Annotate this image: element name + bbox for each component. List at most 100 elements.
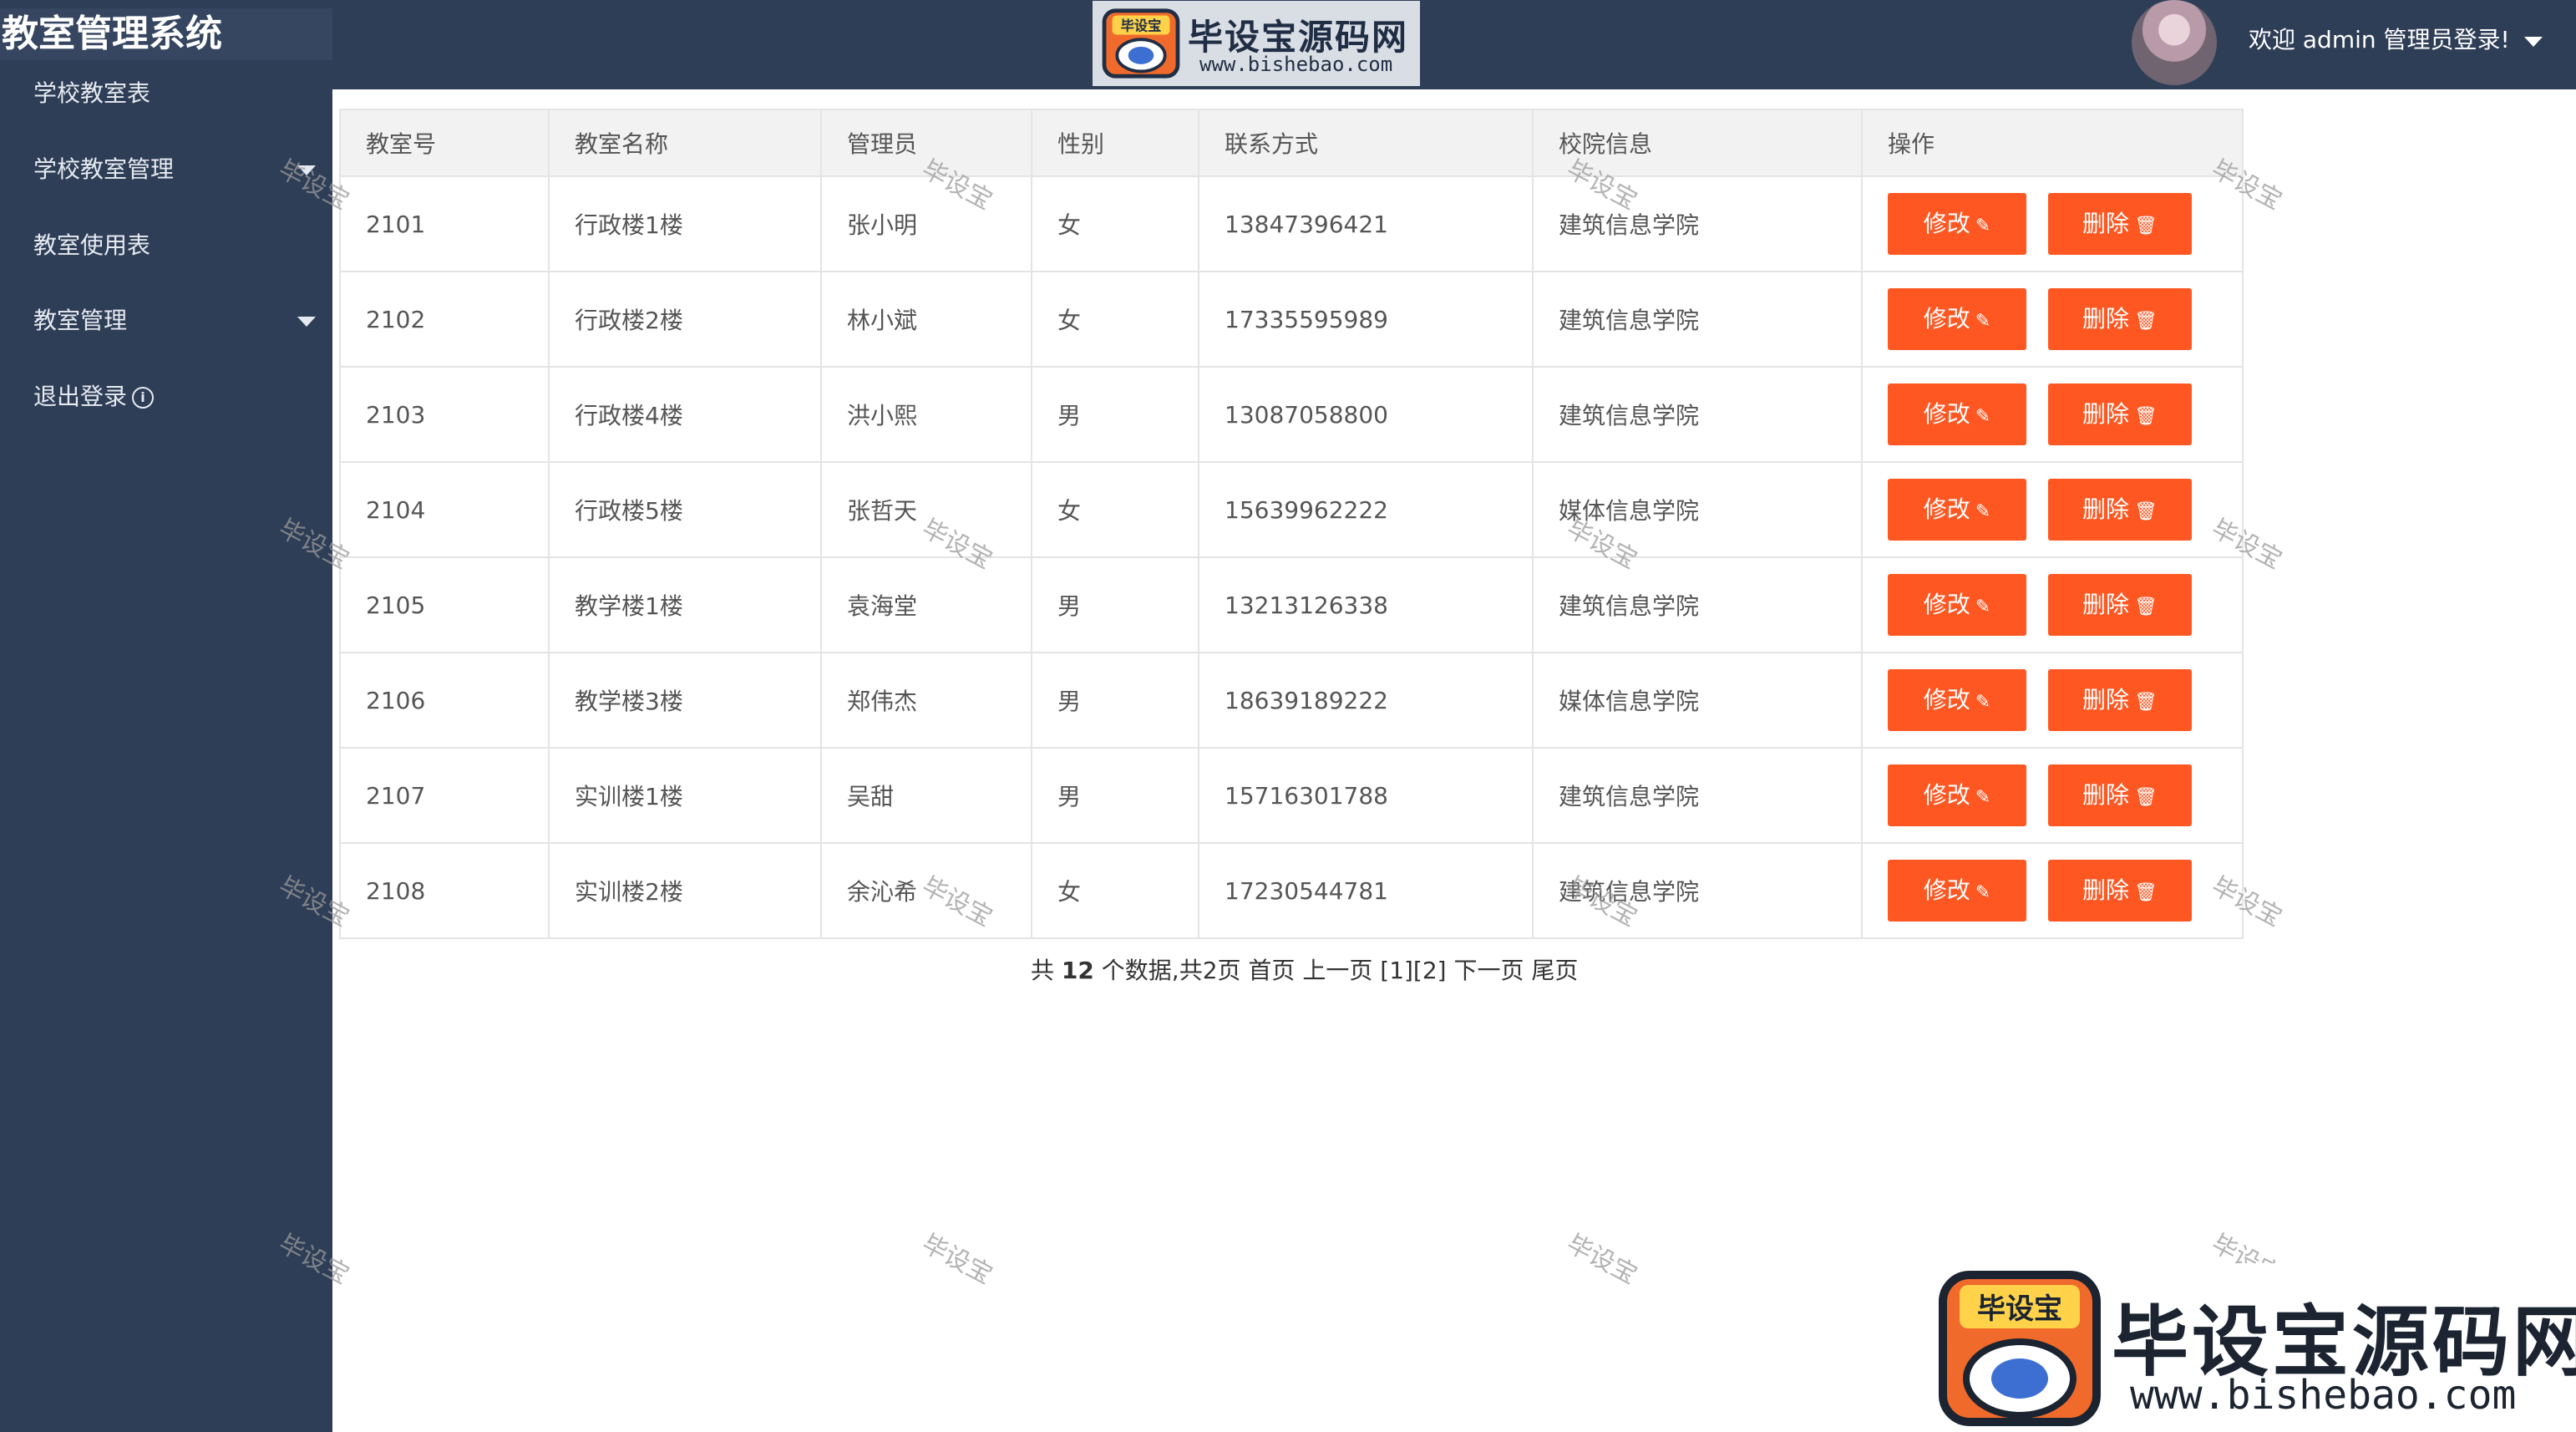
brush-icon: ✎: [1975, 787, 1991, 808]
cell-contact: 13847396421: [1198, 175, 1534, 272]
delete-button[interactable]: 删除 🗑: [2048, 574, 2192, 636]
sidebar-item-logout[interactable]: 退出登录 i: [33, 380, 155, 414]
pagination-next[interactable]: 下一页: [1454, 957, 1524, 984]
delete-button-label: 删除: [2082, 876, 2130, 904]
cell-actions: 修改 ✎ 删除 🗑: [1861, 461, 2244, 558]
brand-badge-text: 毕设宝: [1121, 18, 1162, 34]
delete-button-label: 删除: [2082, 591, 2130, 618]
cell-room-name: 行政楼1楼: [548, 175, 822, 272]
delete-button-label: 删除: [2082, 210, 2130, 237]
cell-room-name: 实训楼2楼: [548, 842, 822, 939]
cell-manager: 袁海堂: [820, 556, 1032, 653]
sidebar-item-classroom-usage-table[interactable]: 教室使用表: [33, 229, 150, 262]
cell-actions: 修改 ✎ 删除 🗑: [1861, 556, 2244, 653]
watermark-text: 毕设宝: [1561, 1229, 1642, 1291]
cell-room-name: 实训楼1楼: [548, 747, 822, 844]
delete-button[interactable]: 删除 🗑: [2048, 193, 2192, 255]
edit-button[interactable]: 修改 ✎: [1888, 193, 2026, 255]
welcome-text[interactable]: 欢迎 admin 管理员登录!: [2249, 23, 2510, 57]
table-row: 2106 教学楼3楼 郑伟杰男 18639189222 媒体信息学院 修改 ✎ 删除 🗑: [339, 652, 2244, 749]
edit-button-label: 修改: [1923, 781, 1970, 809]
brush-icon: ✎: [1975, 882, 1991, 903]
delete-button-label: 删除: [2082, 400, 2130, 428]
brand-badge-text: 毕设宝: [1977, 1292, 2062, 1326]
pagination-last[interactable]: 尾页: [1531, 957, 1578, 984]
delete-button[interactable]: 删除 🗑: [2048, 860, 2192, 922]
cell-contact: 13213126338: [1198, 556, 1534, 653]
cell-room-name: 行政楼5楼: [548, 461, 822, 558]
edit-button[interactable]: 修改 ✎: [1888, 479, 2026, 541]
brush-icon: ✎: [1975, 311, 1991, 332]
delete-button-label: 删除: [2082, 305, 2130, 333]
table-row: 2101 行政楼1楼 张小明女 13847396421 建筑信息学院 修改 ✎ 删除 🗑: [339, 175, 2244, 272]
sidebar-item-label: 教室管理: [33, 307, 128, 334]
delete-button-label: 删除: [2082, 495, 2130, 523]
delete-button[interactable]: 删除 🗑: [2048, 669, 2192, 731]
cell-gender: 女: [1031, 842, 1199, 939]
cell-college: 建筑信息学院: [1532, 842, 1863, 939]
sidebar-item-label: 学校教室管理: [33, 155, 175, 183]
delete-button[interactable]: 删除 🗑: [2048, 383, 2192, 445]
cell-gender: 女: [1031, 461, 1199, 558]
trash-icon: 🗑: [2134, 501, 2158, 522]
cell-manager: 洪小熙: [820, 366, 1032, 463]
delete-button[interactable]: 删除 🗑: [2048, 764, 2192, 826]
edit-button[interactable]: 修改 ✎: [1888, 383, 2026, 445]
cell-manager: 余沁希: [820, 842, 1032, 939]
cell-gender: 男: [1031, 556, 1199, 653]
sidebar-item-school-classroom-table[interactable]: 学校教室表: [33, 77, 150, 110]
delete-button-label: 删除: [2082, 686, 2130, 713]
delete-button[interactable]: 删除 🗑: [2048, 479, 2192, 541]
cell-actions: 修改 ✎ 删除 🗑: [1861, 175, 2244, 272]
classroom-table: 教室号 教室名称 管理员 性别 联系方式 校院信息 操作 2101 行政楼1楼 张小…: [339, 109, 2244, 939]
cell-gender: 男: [1031, 366, 1199, 463]
column-header-manager: 管理员: [820, 109, 1032, 177]
pagination-prev[interactable]: 上一页: [1302, 957, 1372, 984]
cell-college: 媒体信息学院: [1532, 652, 1863, 749]
delete-button[interactable]: 删除 🗑: [2048, 288, 2192, 350]
cell-room-name: 教学楼1楼: [548, 556, 822, 653]
column-header-actions: 操作: [1861, 109, 2244, 177]
cell-manager: 林小斌: [820, 271, 1032, 368]
edit-button-label: 修改: [1923, 400, 1970, 428]
edit-button[interactable]: 修改 ✎: [1888, 669, 2026, 731]
edit-button[interactable]: 修改 ✎: [1888, 860, 2026, 922]
mascot-logo-icon: 毕设宝: [1939, 1271, 2101, 1426]
pagination-prefix: 共: [1031, 957, 1055, 984]
sidebar-item-school-classroom-management[interactable]: 学校教室管理: [33, 153, 174, 186]
column-header-contact: 联系方式: [1198, 109, 1534, 177]
cell-manager: 张小明: [820, 175, 1032, 272]
edit-button[interactable]: 修改 ✎: [1888, 288, 2026, 350]
cell-manager: 张哲天: [820, 461, 1032, 558]
caret-down-icon[interactable]: [297, 317, 316, 327]
cell-room-no: 2105: [339, 556, 550, 653]
cell-room-no: 2107: [339, 747, 550, 844]
sidebar-nav: 学校教室表 学校教室管理 教室使用表 教室管理 退出登录 i: [0, 60, 332, 1432]
edit-button[interactable]: 修改 ✎: [1888, 764, 2026, 826]
cell-manager: 吴甜: [820, 747, 1032, 844]
cell-actions: 修改 ✎ 删除 🗑: [1861, 747, 2244, 844]
edit-button-label: 修改: [1923, 305, 1970, 333]
pagination-first[interactable]: 首页: [1248, 957, 1295, 984]
brush-icon: ✎: [1975, 501, 1991, 522]
cell-room-no: 2108: [339, 842, 550, 939]
sidebar-item-classroom-management[interactable]: 教室管理: [33, 304, 127, 338]
info-icon: i: [132, 387, 155, 409]
cell-contact: 17230544781: [1198, 842, 1534, 939]
caret-down-icon[interactable]: [2524, 37, 2543, 47]
column-header-college: 校院信息: [1532, 109, 1863, 177]
cell-actions: 修改 ✎ 删除 🗑: [1861, 652, 2244, 749]
caret-down-icon[interactable]: [297, 165, 316, 175]
sidebar-item-label: 学校教室表: [33, 79, 151, 107]
trash-icon: 🗑: [2134, 406, 2158, 427]
brand-url: www.bishebao.com: [2130, 1372, 2517, 1419]
user-avatar[interactable]: [2132, 0, 2217, 85]
column-header-room-name: 教室名称: [548, 109, 822, 177]
pagination-pages[interactable]: [1][2]: [1380, 957, 1446, 984]
edit-button-label: 修改: [1923, 210, 1970, 237]
edit-button[interactable]: 修改 ✎: [1888, 574, 2026, 636]
cell-college: 建筑信息学院: [1532, 747, 1863, 844]
column-header-room-no: 教室号: [339, 109, 550, 177]
brush-icon: ✎: [1975, 216, 1991, 236]
cell-college: 建筑信息学院: [1532, 271, 1863, 368]
